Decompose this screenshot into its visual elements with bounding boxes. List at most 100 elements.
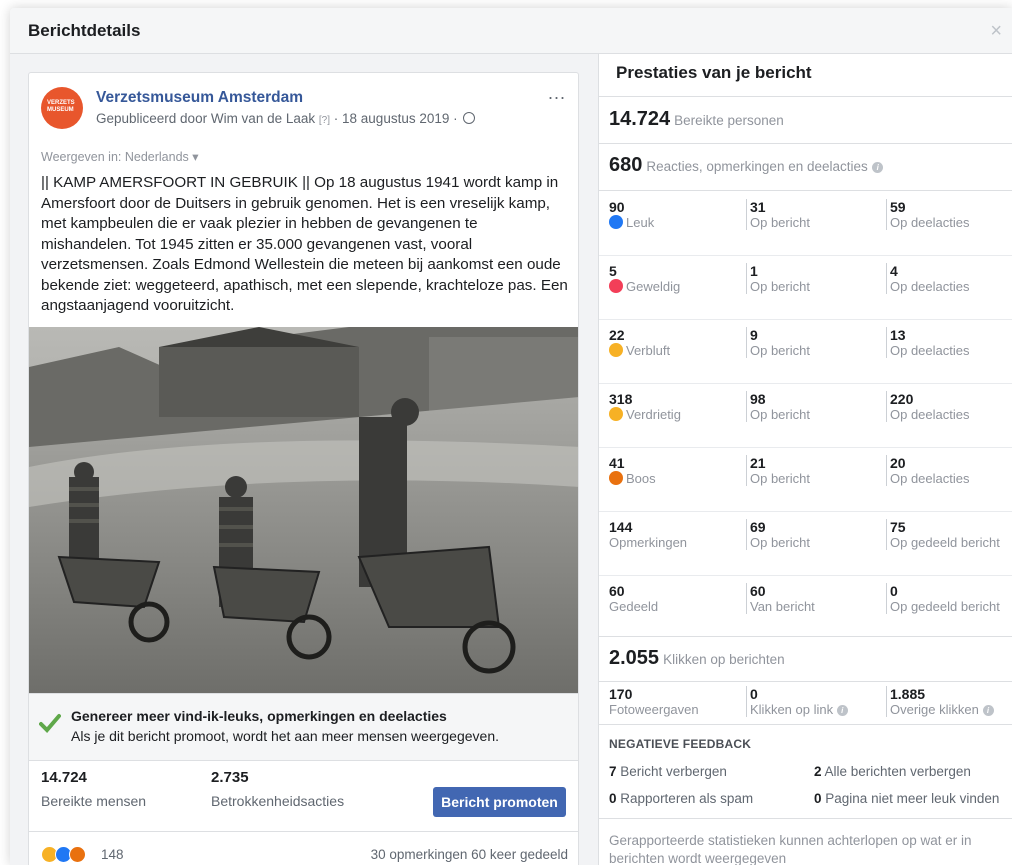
reactions-count: 680 xyxy=(609,154,643,176)
report-spam-label: Rapporteren als spam xyxy=(620,791,754,806)
byline-date[interactable]: · 18 augustus 2019 · xyxy=(334,111,458,126)
reaction-type-row: Gedeeld xyxy=(609,599,658,614)
info-icon[interactable]: i xyxy=(836,705,848,716)
post-details-dialog: Berichtdetails × VERZETS MUSEUM Verzetsm… xyxy=(10,8,1012,865)
other-clicks-label: Overige klikken xyxy=(890,702,979,717)
divider xyxy=(599,818,1012,819)
link-clicks-cell: 0 Klikken op link i xyxy=(746,686,848,717)
language-selector[interactable]: Weergeven in: Nederlands ▾ xyxy=(41,149,199,164)
more-options-icon[interactable]: ... xyxy=(548,83,566,104)
on-post-count: 1 xyxy=(750,263,758,279)
reached-people-label: Bereikte personen xyxy=(674,113,784,128)
on-post-label: Op bericht xyxy=(750,343,810,358)
divider xyxy=(599,724,1012,725)
on-shares-cell: 4 Op deelacties xyxy=(886,263,970,294)
page-avatar[interactable]: VERZETS MUSEUM xyxy=(41,87,83,129)
like-reaction-icon xyxy=(609,215,623,229)
link-clicks-count: 0 xyxy=(750,686,758,702)
footnote: Gerapporteerde statistieken kunnen achte… xyxy=(609,833,972,865)
reaction-total-count: 60 xyxy=(609,583,625,599)
on-post-cell: 69 Op bericht xyxy=(746,519,810,550)
avatar-text: VERZETS MUSEUM xyxy=(47,100,75,113)
reaction-total-cell: 5 Geweldig xyxy=(609,263,680,294)
reaction-total-count: 90 xyxy=(609,199,625,215)
reaction-icons[interactable] xyxy=(41,846,86,864)
post-photo[interactable] xyxy=(29,327,578,693)
on-shares-label: Op deelacties xyxy=(890,215,970,230)
other-clicks-cell: 1.885 Overige klikken i xyxy=(886,686,994,717)
reaction-type-label: Verdrietig xyxy=(626,407,681,422)
on-shares-cell: 20 Op deelacties xyxy=(886,455,970,486)
on-shares-count: 20 xyxy=(890,455,906,471)
angry-reaction-icon xyxy=(69,846,86,864)
hide-post-stat: 7 Bericht verbergen xyxy=(609,764,727,779)
report-spam-count: 0 xyxy=(609,791,617,806)
negative-feedback-title: NEGATIEVE FEEDBACK xyxy=(609,737,752,751)
other-clicks-label-row: Overige klikken i xyxy=(890,702,994,717)
dialog-title: Berichtdetails xyxy=(28,21,141,40)
reached-people-stat: 14.724 Bereikte personen xyxy=(609,108,784,131)
row-divider xyxy=(599,255,1012,256)
on-post-cell: 60 Van bericht xyxy=(746,583,815,614)
divider xyxy=(599,143,1012,144)
reaction-total-cell: 60 Gedeeld xyxy=(609,583,658,614)
reaction-type-label: Opmerkingen xyxy=(609,535,688,550)
comments-shares-count[interactable]: 30 opmerkingen 60 keer gedeeld xyxy=(371,847,568,862)
reaction-total-count: 22 xyxy=(609,327,625,343)
hide-all-posts-stat: 2 Alle berichten verbergen xyxy=(814,764,971,779)
reaction-breakdown: 90 Leuk 31 Op bericht 59 Op deelacties 5 Geweld… xyxy=(599,191,1012,639)
info-icon[interactable]: i xyxy=(872,162,884,173)
reaction-total-cell: 22 Verbluft xyxy=(609,327,670,358)
reached-count: 14.724 xyxy=(41,769,87,786)
divider xyxy=(599,681,1012,682)
post-clicks-label: Klikken op berichten xyxy=(663,652,785,667)
on-shares-label: Op deelacties xyxy=(890,279,970,294)
reactions-stat: 680 Reacties, opmerkingen en deelacties i xyxy=(609,154,884,177)
on-shares-cell: 0 Op gedeeld bericht xyxy=(886,583,1000,614)
reaction-type-label: Leuk xyxy=(626,215,655,230)
promote-suggestion: Genereer meer vind-ik-leuks, opmerkingen… xyxy=(29,693,578,761)
on-post-label: Van bericht xyxy=(750,599,815,614)
reaction-type-row: Verbluft xyxy=(609,343,670,358)
on-post-count: 60 xyxy=(750,583,766,599)
hide-all-posts-label: Alle berichten verbergen xyxy=(824,764,971,779)
hide-post-count: 7 xyxy=(609,764,617,779)
reaction-total-count: 5 xyxy=(609,263,617,279)
on-post-count: 31 xyxy=(750,199,766,215)
reaction-total-cell: 144 Opmerkingen xyxy=(609,519,687,550)
on-post-label: Op bericht xyxy=(750,535,810,550)
on-shares-label: Op deelacties xyxy=(890,471,970,486)
dialog-header: Berichtdetails × xyxy=(10,8,1012,54)
on-shares-label: Op deelacties xyxy=(890,343,970,358)
reaction-total-count: 144 xyxy=(609,519,633,535)
reactions-label: Reacties, opmerkingen en deelacties xyxy=(646,159,868,174)
reaction-total-cell: 90 Leuk xyxy=(609,199,654,230)
promote-title: Genereer meer vind-ik-leuks, opmerkingen… xyxy=(71,708,447,724)
byline-help-icon[interactable]: [?] xyxy=(319,115,330,126)
close-icon[interactable]: × xyxy=(990,20,1002,43)
on-post-count: 98 xyxy=(750,391,766,407)
row-divider xyxy=(599,575,1012,576)
on-shares-count: 4 xyxy=(890,263,898,279)
info-icon[interactable]: i xyxy=(982,705,994,716)
on-shares-label: Op deelacties xyxy=(890,407,970,422)
promote-post-button[interactable]: Bericht promoten xyxy=(433,787,566,817)
on-shares-label: Op gedeeld bericht xyxy=(890,535,1000,550)
unlike-page-stat: 0 Pagina niet meer leuk vinden xyxy=(814,791,999,806)
on-shares-count: 13 xyxy=(890,327,906,343)
reaction-total-count: 318 xyxy=(609,391,633,407)
on-shares-cell: 75 Op gedeeld bericht xyxy=(886,519,1000,550)
post-card: VERZETS MUSEUM Verzetsmuseum Amsterdam G… xyxy=(28,72,579,865)
row-divider xyxy=(599,383,1012,384)
on-post-cell: 98 Op bericht xyxy=(746,391,810,422)
reaction-summary: 148 30 opmerkingen 60 keer gedeeld xyxy=(29,831,578,865)
on-post-label: Op bericht xyxy=(750,279,810,294)
on-post-count: 21 xyxy=(750,455,766,471)
reaction-type-label: Boos xyxy=(626,471,656,486)
page-name-link[interactable]: Verzetsmuseum Amsterdam xyxy=(96,89,303,107)
byline-author[interactable]: Gepubliceerd door Wim van de Laak xyxy=(96,111,315,126)
post-clicks-stat: 2.055 Klikken op berichten xyxy=(609,647,785,670)
angry-reaction-icon xyxy=(609,471,623,485)
reaction-type-label: Gedeeld xyxy=(609,599,659,614)
reaction-count[interactable]: 148 xyxy=(101,847,124,862)
